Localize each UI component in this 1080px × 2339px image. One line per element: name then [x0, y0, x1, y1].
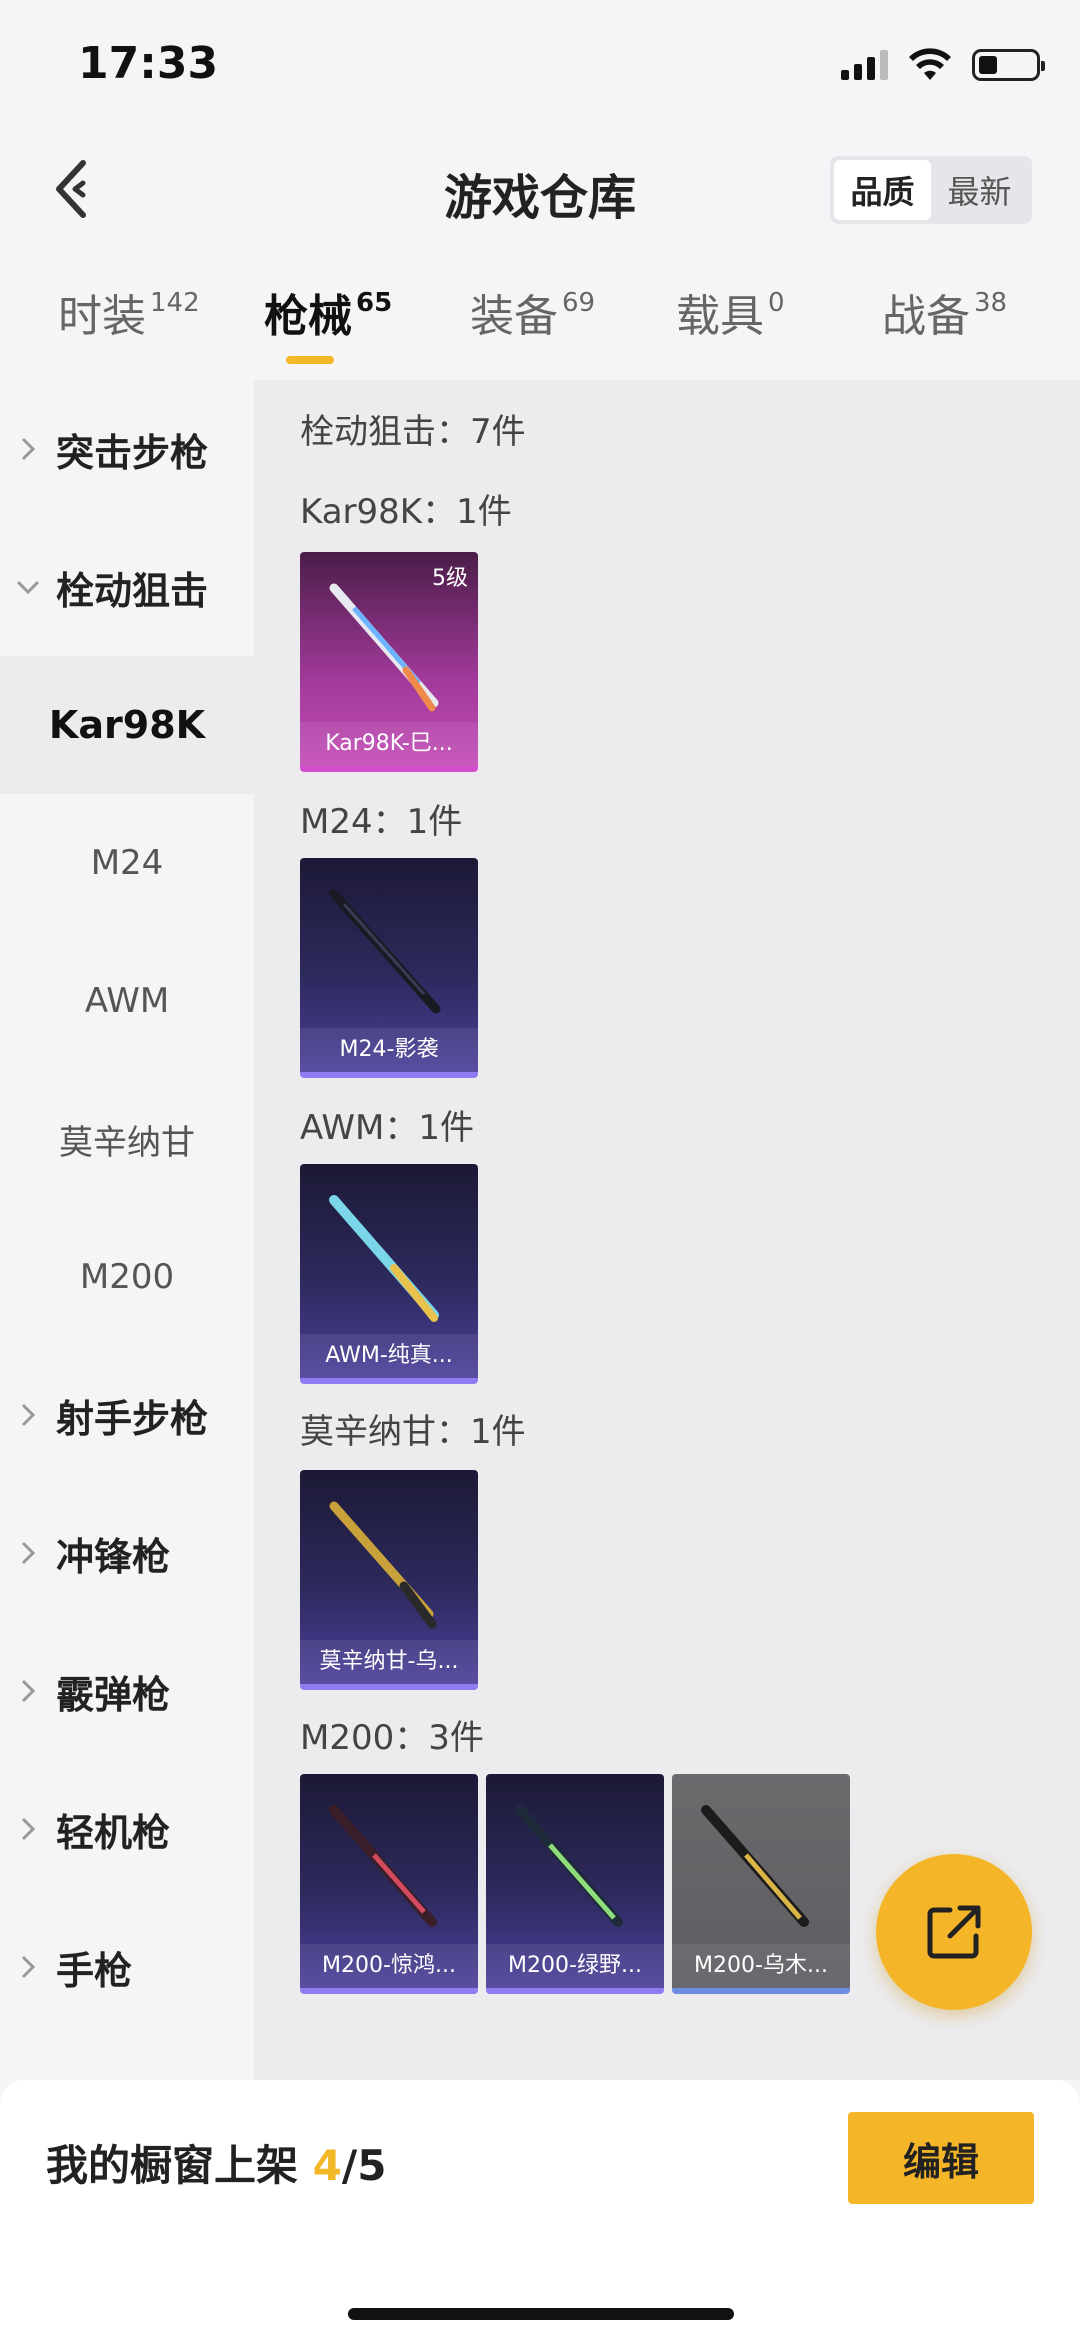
chevron-down-icon — [16, 580, 40, 595]
item-card[interactable]: 5级 Kar98K-巳... — [300, 552, 478, 772]
sort-quality-button[interactable]: 品质 — [834, 160, 931, 220]
sidebar-item-lmg[interactable]: 轻机枪 — [0, 1760, 254, 1898]
tab-label: 枪械 — [264, 291, 352, 342]
showcase-total: /5 — [341, 2141, 387, 2190]
status-bar: 17:33 — [0, 0, 1080, 130]
sidebar-item-pistol[interactable]: 手枪 — [0, 1898, 254, 2036]
rifle-icon — [329, 1805, 437, 1927]
sidebar-item-dmr[interactable]: 射手步枪 — [0, 1346, 254, 1484]
item-name: M200-绿野... — [486, 1944, 664, 1988]
sort-newest-button[interactable]: 最新 — [931, 160, 1028, 220]
tab-vehicles[interactable]: 载具 0 — [676, 280, 785, 344]
rifle-icon — [329, 583, 439, 712]
item-name: M24-影袭 — [300, 1028, 478, 1072]
chevron-right-icon — [21, 1955, 36, 1979]
share-button[interactable] — [876, 1854, 1032, 2010]
edit-button[interactable]: 编辑 — [848, 2112, 1034, 2204]
item-card[interactable]: M24-影袭 — [300, 858, 478, 1078]
chevron-right-icon — [21, 1679, 36, 1703]
sidebar-sub-m200[interactable]: M200 — [0, 1208, 254, 1346]
status-icons — [841, 48, 1045, 82]
sidebar-item-label: 突击步枪 — [56, 430, 209, 475]
wifi-icon — [909, 48, 951, 80]
item-list: 栓动狙击：7件 Kar98K：1件 5级 Kar98K-巳... M24：1件 … — [254, 380, 1080, 2080]
showcase-status: 我的橱窗上架 4/5 — [46, 2132, 386, 2193]
tab-label: 装备 — [470, 291, 558, 342]
sidebar-sub-m24[interactable]: M24 — [0, 794, 254, 932]
sidebar-item-bolt-sniper[interactable]: 栓动狙击 — [0, 518, 254, 656]
tab-active-indicator — [286, 356, 334, 364]
sidebar-item-label: 霰弹枪 — [56, 1672, 171, 1717]
sidebar-sub-kar98k[interactable]: Kar98K — [0, 656, 254, 794]
showcase-label: 我的橱窗上架 — [46, 2141, 299, 2190]
home-indicator — [348, 2308, 734, 2320]
item-name: M200-乌木... — [672, 1944, 850, 1988]
battery-icon — [972, 49, 1045, 81]
sidebar-item-label: 冲锋枪 — [56, 1534, 171, 1579]
back-arrow-icon — [56, 160, 86, 218]
group-title: AWM：1件 — [300, 1108, 474, 1148]
bottom-bar: 我的橱窗上架 4/5 编辑 — [0, 2080, 1080, 2339]
sort-toggle: 品质 最新 — [830, 156, 1032, 224]
tab-supplies[interactable]: 战备 38 — [882, 280, 1007, 344]
group-title: Kar98K：1件 — [300, 492, 512, 532]
sidebar-item-smg[interactable]: 冲锋枪 — [0, 1484, 254, 1622]
tab-count: 69 — [562, 288, 596, 318]
status-time: 17:33 — [78, 38, 219, 89]
rifle-icon — [329, 889, 441, 1014]
header: 游戏仓库 品质 最新 — [0, 140, 1080, 240]
tab-equipment[interactable]: 装备 69 — [470, 280, 595, 344]
tab-fashion[interactable]: 时装 142 — [58, 280, 200, 344]
chevron-right-icon — [21, 437, 36, 461]
sidebar-item-label: 射手步枪 — [56, 1396, 209, 1441]
item-name: Kar98K-巳... — [300, 722, 478, 766]
item-card[interactable]: M200-惊鸿... — [300, 1774, 478, 1994]
item-card[interactable]: M200-绿野... — [486, 1774, 664, 1994]
rifle-icon — [515, 1805, 623, 1927]
item-name: M200-惊鸿... — [300, 1944, 478, 1988]
signal-icon — [841, 50, 888, 80]
tab-label: 时装 — [58, 291, 146, 342]
group-title: M24：1件 — [300, 802, 463, 842]
chevron-right-icon — [21, 1541, 36, 1565]
sidebar-sub-mosin[interactable]: 莫辛纳甘 — [0, 1070, 254, 1208]
tab-count: 0 — [768, 288, 785, 318]
tab-label: 载具 — [676, 291, 764, 342]
rifle-icon — [329, 1195, 439, 1322]
item-card[interactable]: AWM-纯真... — [300, 1164, 478, 1384]
sidebar-item-assault-rifle[interactable]: 突击步枪 — [0, 380, 254, 518]
item-name: AWM-纯真... — [300, 1334, 478, 1378]
share-icon — [927, 1905, 981, 1959]
sidebar-item-label: 轻机枪 — [56, 1810, 171, 1855]
showcase-count: 4 — [312, 2141, 342, 2190]
item-name: 莫辛纳甘-乌... — [300, 1640, 478, 1684]
rifle-icon — [701, 1805, 809, 1927]
group-title: 莫辛纳甘：1件 — [300, 1412, 526, 1452]
section-title: 栓动狙击：7件 — [300, 412, 526, 452]
tab-label: 战备 — [882, 291, 970, 342]
sidebar-sub-awm[interactable]: AWM — [0, 932, 254, 1070]
chevron-right-icon — [21, 1403, 36, 1427]
tab-count: 38 — [974, 288, 1008, 318]
group-title: M200：3件 — [300, 1718, 484, 1758]
tab-count: 65 — [356, 288, 393, 318]
item-card[interactable]: 莫辛纳甘-乌... — [300, 1470, 478, 1690]
rifle-icon — [329, 1501, 437, 1629]
back-button[interactable] — [40, 154, 110, 224]
tab-guns[interactable]: 枪械 65 — [264, 280, 392, 344]
sidebar-item-shotgun[interactable]: 霰弹枪 — [0, 1622, 254, 1760]
sidebar-item-label: 栓动狙击 — [56, 568, 209, 613]
sidebar: 突击步枪 栓动狙击 Kar98K M24 AWM 莫辛纳甘 M200 射手步枪 … — [0, 380, 254, 2080]
tab-count: 142 — [150, 288, 200, 318]
sidebar-item-label: 手枪 — [56, 1948, 133, 1993]
chevron-right-icon — [21, 1817, 36, 1841]
item-card[interactable]: M200-乌木... — [672, 1774, 850, 1994]
category-tabs: 时装 142 枪械 65 装备 69 载具 0 战备 38 — [0, 280, 1080, 380]
